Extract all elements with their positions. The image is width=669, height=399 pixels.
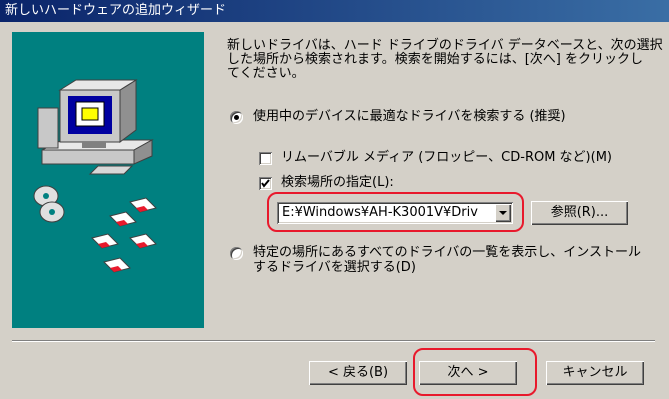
highlight-next bbox=[413, 348, 537, 396]
specify-location-checkbox[interactable] bbox=[259, 177, 272, 190]
back-button[interactable]: < 戻る(B) bbox=[309, 361, 407, 385]
description-line: 新しいドライバは、ハード ドライブのドライバ データベースと、次の選択 bbox=[227, 38, 663, 53]
description-line: した場所から検索されます。検索を開始するには、[次へ] をクリックし bbox=[227, 52, 643, 67]
search-best-radio[interactable] bbox=[230, 111, 243, 124]
removable-media-label[interactable]: リムーバブル メディア (フロッピー、CD-ROM など)(M) bbox=[281, 150, 612, 166]
wizard-description: 新しいドライバは、ハード ドライブのドライバ データベースと、次の選択 した場所… bbox=[227, 38, 663, 81]
description-line: てください。 bbox=[227, 66, 305, 81]
cancel-button[interactable]: キャンセル bbox=[546, 361, 644, 385]
browse-button[interactable]: 参照(R)... bbox=[531, 201, 628, 225]
removable-media-checkbox[interactable] bbox=[259, 152, 272, 165]
separator bbox=[12, 340, 655, 342]
wizard-illustration-panel bbox=[12, 32, 204, 328]
list-all-label-line2[interactable]: するドライバを選択する(D) bbox=[253, 260, 416, 276]
list-all-label-line1[interactable]: 特定の場所にあるすべてのドライバの一覧を表示し、インストール bbox=[253, 245, 641, 261]
list-all-radio[interactable] bbox=[230, 247, 243, 260]
title-bar: 新しいハードウェアの追加ウィザード bbox=[0, 0, 669, 22]
specify-location-label[interactable]: 検索場所の指定(L): bbox=[281, 175, 394, 191]
floppy-disk-icon bbox=[91, 197, 157, 273]
window-title: 新しいハードウェアの追加ウィザード bbox=[5, 3, 227, 18]
cd-disc-icon bbox=[33, 185, 65, 223]
computer-icon bbox=[37, 79, 154, 175]
search-best-label[interactable]: 使用中のデバイスに最適なドライバを検索する (推奨) bbox=[253, 109, 566, 125]
highlight-location bbox=[267, 192, 524, 232]
